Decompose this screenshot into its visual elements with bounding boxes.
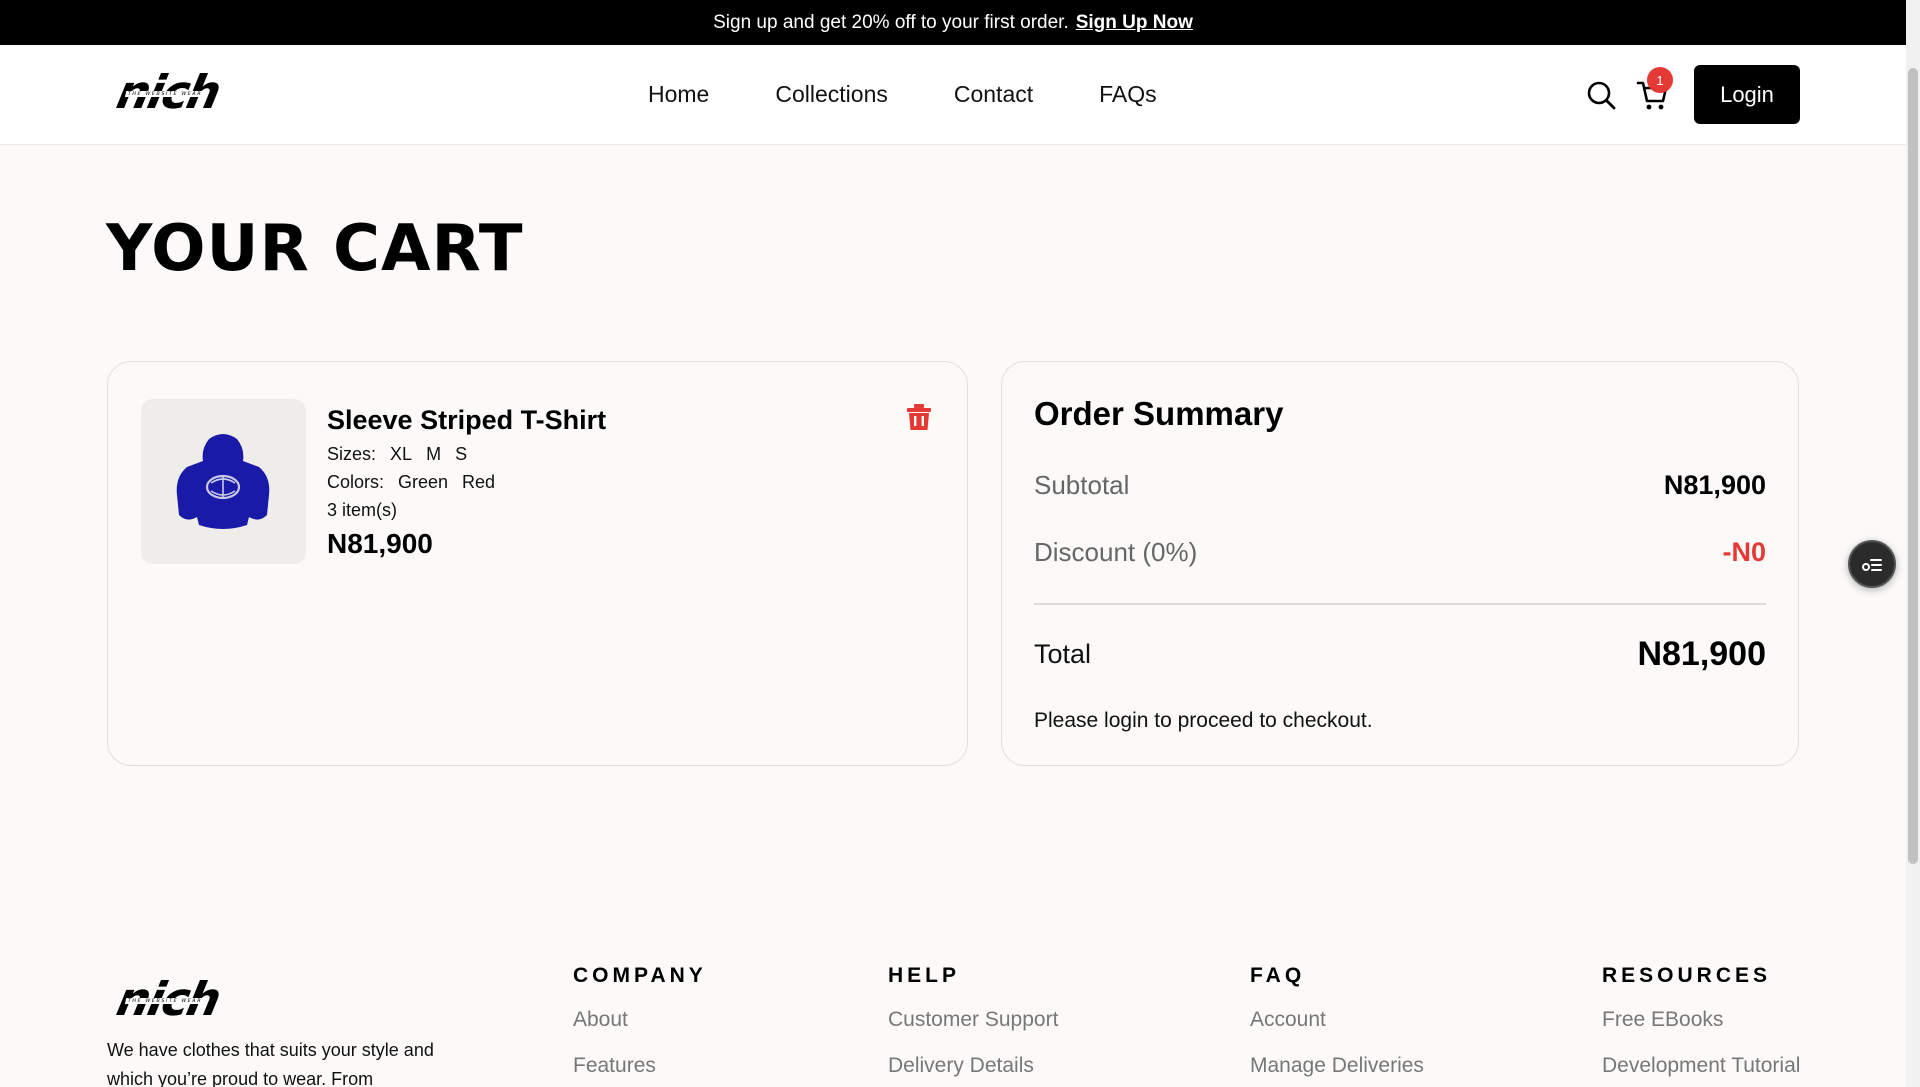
main-nav: Home Collections Contact FAQs: [648, 81, 1157, 108]
footer-link-customer-support[interactable]: Customer Support: [888, 1008, 1058, 1032]
promo-text: Sign up and get 20% off to your first or…: [713, 11, 1069, 33]
product-sizes: Sizes: XL M S: [327, 444, 481, 465]
subtotal-row: Subtotal N81,900: [1034, 470, 1766, 501]
footer-heading: HELP: [888, 964, 961, 987]
page-title: YOUR CART: [106, 212, 524, 286]
total-value: N81,900: [1637, 635, 1766, 673]
brand-logo[interactable]: nich THE WEBSITE WEAR: [112, 65, 224, 119]
product-name[interactable]: Sleeve Striped T-Shirt: [327, 405, 606, 436]
footer-link-free-ebooks[interactable]: Free EBooks: [1602, 1008, 1800, 1032]
checkout-note: Please login to proceed to checkout.: [1034, 709, 1373, 732]
navbar: nich THE WEBSITE WEAR Home Collections C…: [0, 45, 1906, 145]
summary-title: Order Summary: [1034, 395, 1284, 432]
trash-icon[interactable]: [904, 402, 934, 432]
logo-tagline: THE WEBSITE WEAR: [124, 91, 205, 97]
discount-label: Discount (0%): [1034, 537, 1198, 567]
product-colors: Colors: Green Red: [327, 472, 509, 493]
footer-link-delivery-details[interactable]: Delivery Details: [888, 1054, 1058, 1078]
product-price: N81,900: [327, 528, 433, 559]
sizes-label: Sizes:: [327, 444, 377, 464]
footer-column-company: COMPANY About Features: [573, 964, 707, 1087]
cart-count-badge: 1: [1647, 67, 1673, 93]
footer-column-help: HELP Customer Support Delivery Details: [888, 964, 1058, 1087]
subtotal-label: Subtotal: [1034, 470, 1130, 500]
footer-link-about[interactable]: About: [573, 1008, 707, 1032]
hoodie-image: [176, 434, 270, 529]
nav-link-faqs[interactable]: FAQs: [1099, 81, 1157, 108]
summary-divider: [1034, 603, 1766, 605]
nav-link-home[interactable]: Home: [648, 81, 709, 108]
login-button[interactable]: Login: [1694, 65, 1800, 124]
order-summary-card: Order Summary Subtotal N81,900 Discount …: [1001, 361, 1799, 766]
footer-description: We have clothes that suits your style an…: [107, 1040, 434, 1087]
sign-up-link[interactable]: Sign Up Now: [1076, 12, 1193, 34]
size-option: XL: [390, 444, 413, 464]
footer-link-development-tutorial[interactable]: Development Tutorial: [1602, 1054, 1800, 1078]
footer-logo[interactable]: nich THE WEBSITE WEAR: [112, 972, 224, 1026]
cart-items-card: Sleeve Striped T-Shirt Sizes: XL M S Colors…: [107, 361, 968, 766]
total-row: Total N81,900: [1034, 635, 1766, 674]
item-count: 3 item(s): [327, 500, 398, 520]
footer-heading: COMPANY: [573, 964, 707, 987]
search-icon[interactable]: [1585, 79, 1617, 111]
floating-menu-button[interactable]: [1848, 540, 1896, 588]
scrollbar-thumb[interactable]: [1908, 68, 1918, 864]
discount-row: Discount (0%) -N0: [1034, 537, 1766, 568]
footer-heading: FAQ: [1250, 964, 1306, 987]
footer-heading: RESOURCES: [1602, 964, 1772, 987]
footer-link-features[interactable]: Features: [573, 1054, 707, 1078]
footer-logo-tagline: THE WEBSITE WEAR: [124, 998, 205, 1004]
footer-column-resources: RESOURCES Free EBooks Development Tutori…: [1602, 964, 1800, 1087]
footer-link-manage-deliveries[interactable]: Manage Deliveries: [1250, 1054, 1424, 1078]
total-label: Total: [1034, 639, 1092, 669]
footer-link-account[interactable]: Account: [1250, 1008, 1424, 1032]
discount-value: -N0: [1722, 537, 1766, 567]
color-option: Green: [398, 472, 449, 492]
toggle-list-icon: [1862, 559, 1882, 571]
nav-link-collections[interactable]: Collections: [775, 81, 888, 108]
size-option: M: [426, 444, 442, 464]
color-option: Red: [462, 472, 496, 492]
product-image[interactable]: [141, 399, 306, 564]
promo-bar: Sign up and get 20% off to your first or…: [0, 0, 1906, 45]
colors-label: Colors:: [327, 472, 385, 492]
subtotal-value: N81,900: [1663, 470, 1766, 500]
nav-link-contact[interactable]: Contact: [954, 81, 1033, 108]
size-option: S: [455, 444, 468, 464]
footer-column-faq: FAQ Account Manage Deliveries: [1250, 964, 1424, 1087]
